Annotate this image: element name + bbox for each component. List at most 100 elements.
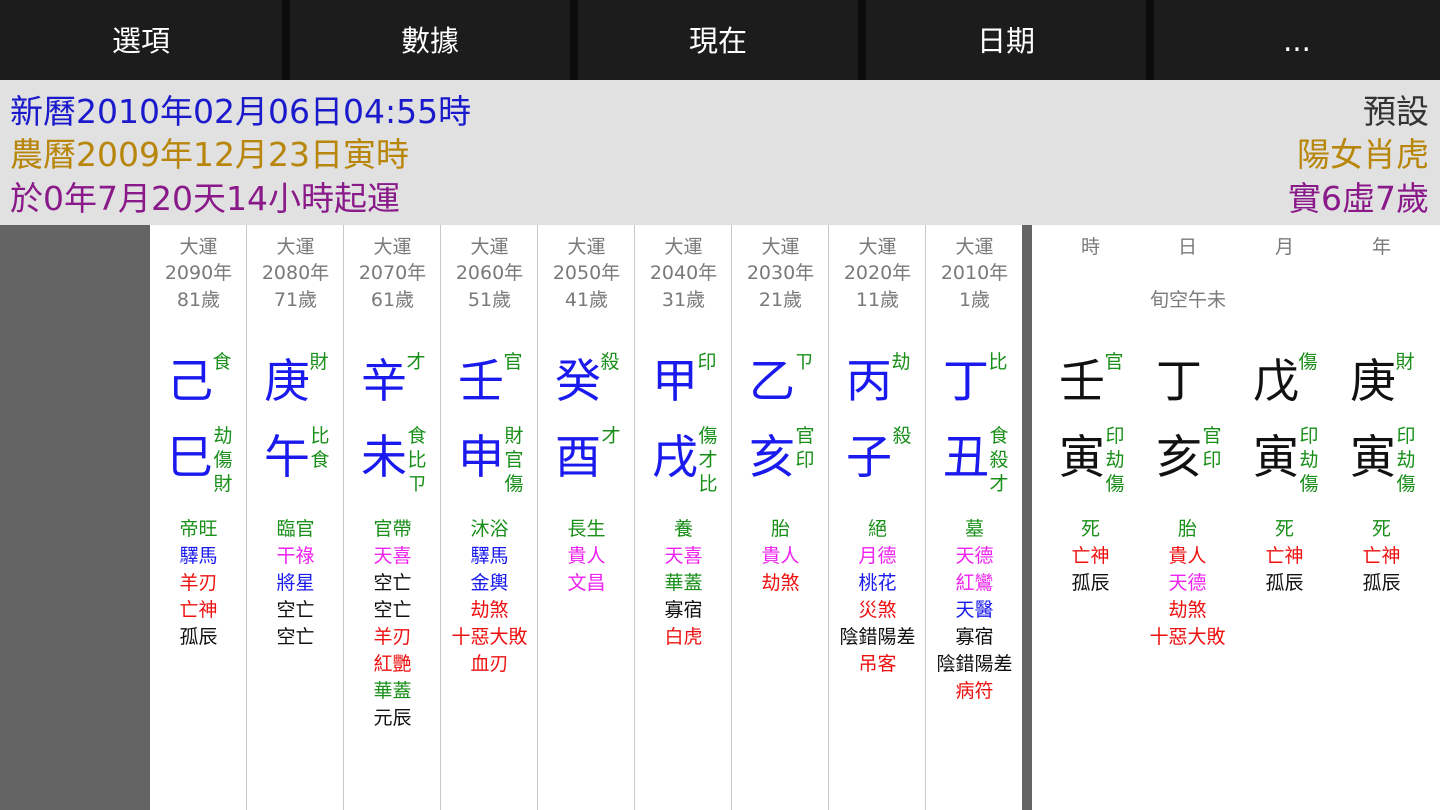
heavenly-stem: 丁 [943, 354, 989, 408]
star-item: 陰錯陽差 [839, 626, 916, 648]
pillar-label: 年 [1371, 236, 1391, 258]
luck-pillar-column[interactable]: 大運 2080年 71歲庚財午比食臨官 干祿 將星 空亡 空亡 [247, 225, 344, 810]
stem-god-tag: 官 [503, 351, 523, 373]
star-item: 貴人 [761, 545, 800, 567]
branch-god-tag: 傷 [698, 425, 718, 447]
luck-pillar-column[interactable]: 大運 2090年 81歲己食巳劫傷財帝旺 驛馬 羊刃 亡神 孤辰 [150, 225, 247, 810]
star-item: 天醫 [955, 599, 994, 621]
star-list: 沐浴 驛馬 金輿 劫煞 十惡大敗 血刃 [441, 516, 538, 678]
branch-god-tag: 印 [1396, 425, 1416, 447]
stem-god-tag: 財 [1395, 351, 1415, 373]
branch-god-tag: 財 [213, 473, 233, 495]
star-list: 胎貴人 劫煞 [732, 516, 829, 597]
star-item: 驛馬 [179, 545, 218, 567]
star-item: 帝旺 [179, 518, 218, 540]
earthly-branch: 午 [264, 430, 310, 484]
stem-god-tag: 財 [309, 351, 329, 373]
star-item: 元辰 [373, 707, 412, 729]
luck-pillar-column[interactable]: 大運 2010年 1歲丁比丑食殺才墓天德 紅鸞 天醫 寡宿 陰錯陽差 病符 [926, 225, 1023, 810]
branch-god-tags: 印劫傷 [1297, 424, 1321, 496]
star-item: 胎 [770, 518, 790, 540]
star-item: 亡神 [1265, 545, 1304, 567]
star-item: 桃花 [858, 572, 897, 594]
branch-god-tag: 傷 [1396, 473, 1416, 495]
earthly-branch: 戌 [652, 430, 698, 484]
star-list: 胎貴人 天德 劫煞 十惡大敗 [1139, 516, 1236, 651]
natal-pillar-column[interactable]: 年庚財寅印劫傷死亡神 孤辰 [1333, 225, 1430, 810]
date-button[interactable]: 日期 [866, 0, 1154, 80]
luck-pillar-column[interactable]: 大運 2040年 31歲甲印戌傷才比養天喜 華蓋 寡宿 白虎 [635, 225, 732, 810]
star-item: 劫煞 [470, 599, 509, 621]
luck-pillar-column[interactable]: 大運 2030年 21歲乙ㄗ亥官印胎貴人 劫煞 [732, 225, 829, 810]
star-item: 病符 [955, 680, 994, 702]
data-button[interactable]: 數據 [290, 0, 578, 80]
luck-pillar-column[interactable]: 大運 2060年 51歲壬官申財官傷沐浴 驛馬 金輿 劫煞 十惡大敗 血刃 [441, 225, 538, 810]
luck-year: 2060年 [455, 262, 524, 284]
branch-god-tags: 劫傷財 [211, 424, 235, 496]
luck-age: 31歲 [661, 289, 706, 311]
star-item: 金輿 [470, 572, 509, 594]
star-item: 寡宿 [664, 599, 703, 621]
luck-year: 2080年 [261, 262, 330, 284]
star-list: 絕月德 桃花 災煞 陰錯陽差 吊客 [829, 516, 926, 678]
luck-year: 2050年 [552, 262, 621, 284]
luck-pillar-column[interactable]: 大運 2070年 61歲辛才未食比ㄗ官帶 天喜 空亡 空亡 羊刃 紅艷 華蓋 元辰 [344, 225, 441, 810]
branch-god-tag: 傷 [1299, 473, 1319, 495]
branch-god-tag: 官 [504, 449, 524, 471]
pillar-label: 大運 [373, 236, 412, 258]
branch-god-tag: 劫 [1396, 449, 1416, 471]
star-item: 天喜 [664, 545, 703, 567]
age-text: 實6虛7歲 [1288, 179, 1429, 218]
star-item: 死 [1274, 518, 1294, 540]
earthly-branch: 寅 [1059, 430, 1105, 484]
star-item: 將星 [276, 572, 315, 594]
luck-age: 51歲 [467, 289, 512, 311]
branch-god-tags: 比食 [308, 424, 332, 472]
star-item: 養 [673, 518, 693, 540]
branch-god-tag: 劫 [1299, 449, 1319, 471]
preset-label[interactable]: 預設 [1363, 90, 1429, 134]
more-button[interactable]: ... [1154, 0, 1440, 80]
earthly-branch: 亥 [749, 430, 795, 484]
earthly-branch: 子 [846, 430, 892, 484]
luck-age: 41歲 [564, 289, 609, 311]
star-list: 臨官 干祿 將星 空亡 空亡 [247, 516, 344, 651]
pillar-label: 大運 [276, 236, 315, 258]
star-item: 月德 [858, 545, 897, 567]
earthly-branch: 未 [361, 430, 407, 484]
star-item: 空亡 [276, 626, 315, 648]
star-item: 絕 [867, 518, 887, 540]
star-list: 死亡神 孤辰 [1333, 516, 1430, 597]
pillar-label: 大運 [567, 236, 606, 258]
branch-god-tag: 食 [310, 449, 330, 471]
branch-god-tag: 比 [698, 473, 718, 495]
pillar-label: 大運 [955, 236, 994, 258]
stem-god-tag: 才 [406, 351, 426, 373]
pillar-label: 大運 [470, 236, 509, 258]
star-item: 華蓋 [373, 680, 412, 702]
luck-age: 1歲 [958, 289, 991, 311]
branch-god-tags: 印劫傷 [1394, 424, 1418, 496]
heavenly-stem: 庚 [1350, 354, 1396, 408]
star-item: 紅艷 [373, 653, 412, 675]
stem-god-tag: 食 [212, 351, 232, 373]
branch-god-tag: 官 [1202, 425, 1222, 447]
heavenly-stem: 癸 [555, 354, 601, 408]
luck-year: 2020年 [843, 262, 912, 284]
stem-god-tag: 官 [1104, 351, 1124, 373]
luck-pillar-column[interactable]: 大運 2020年 11歲丙劫子殺絕月德 桃花 災煞 陰錯陽差 吊客 [829, 225, 926, 810]
star-item: 死 [1371, 518, 1391, 540]
heavenly-stem: 丙 [846, 354, 892, 408]
star-item: 孤辰 [1362, 572, 1401, 594]
options-button[interactable]: 選項 [0, 0, 290, 80]
star-item: 亡神 [1071, 545, 1110, 567]
earthly-branch: 亥 [1156, 430, 1202, 484]
luck-start-text: 於0年7月20天14小時起運 [10, 179, 400, 218]
branch-god-tag: 才 [698, 449, 718, 471]
branch-god-tag: 殺 [892, 425, 912, 447]
now-button[interactable]: 現在 [578, 0, 866, 80]
info-panel: 新曆2010年02月06日04:55時 農曆2009年12月23日寅時 於0年7… [0, 80, 1440, 225]
luck-pillar-column[interactable]: 大運 2050年 41歲癸殺酉才長生 貴人 文昌 [538, 225, 635, 810]
star-item: 天德 [955, 545, 994, 567]
luck-year: 2030年 [746, 262, 815, 284]
